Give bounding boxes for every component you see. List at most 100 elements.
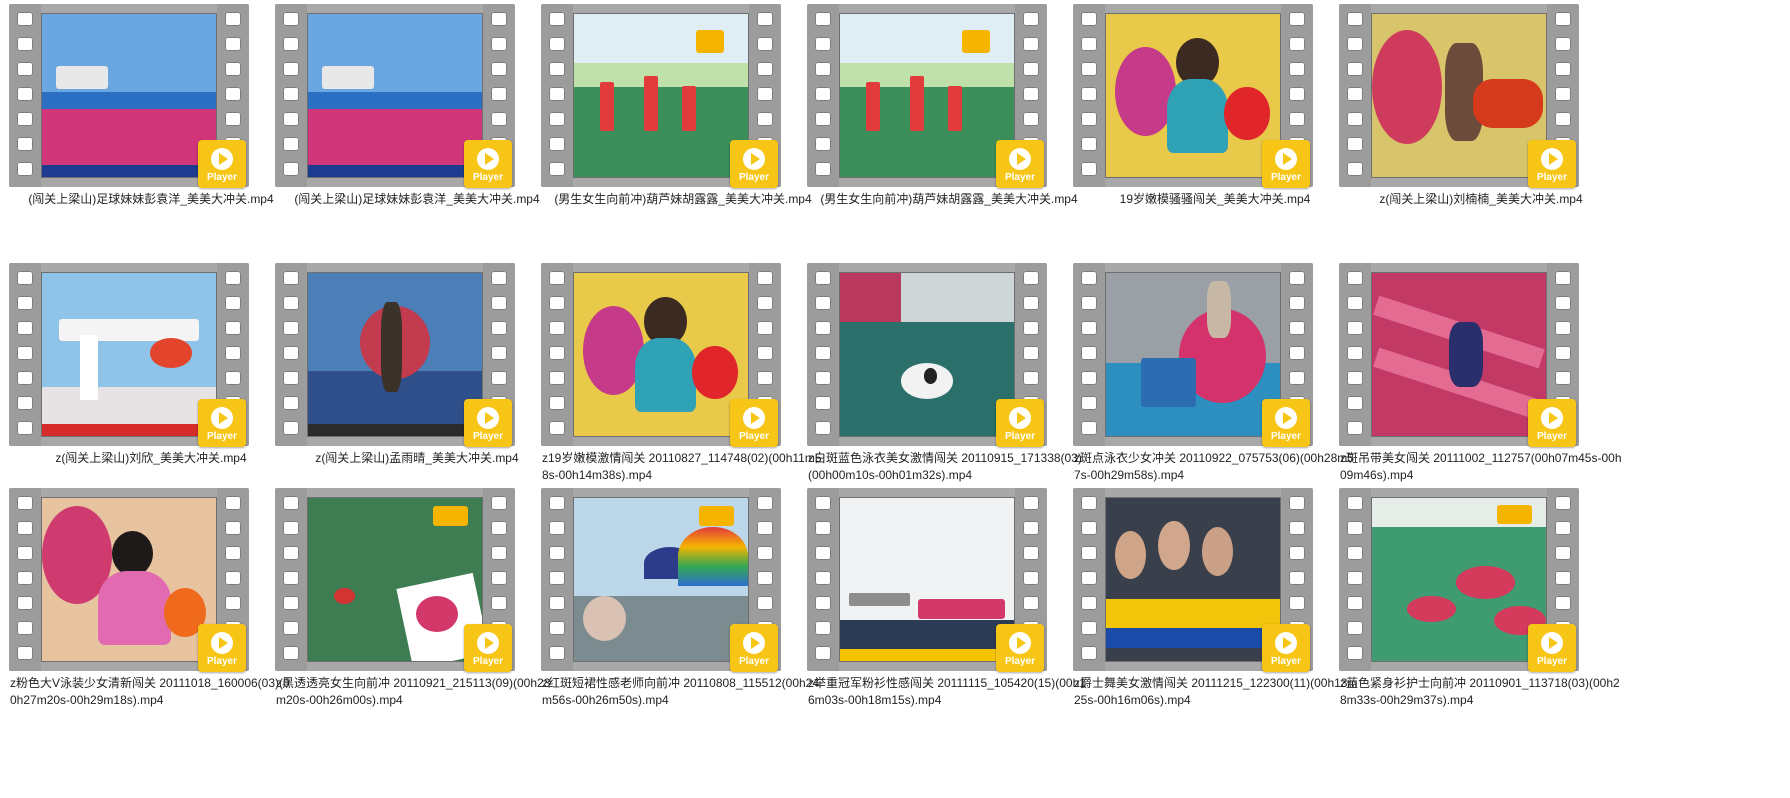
sprocket-hole [1081, 296, 1097, 310]
file-tile[interactable]: Player z(闯关上梁山)孟雨晴_美美大冲关.mp4 [268, 263, 566, 503]
file-tile[interactable]: Player z蓝色紧身衫护士向前冲 20110901_113718(03)(00… [1332, 488, 1630, 728]
video-thumbnail [41, 272, 217, 437]
sprocket-hole [225, 37, 241, 51]
player-button[interactable]: Player [198, 624, 246, 672]
sprocket-hole [225, 521, 241, 535]
sprocket-hole [1289, 496, 1305, 510]
film-strip-edge [275, 4, 307, 187]
sprocket-hole [757, 321, 773, 335]
sprocket-hole [549, 546, 565, 560]
sprocket-hole [1081, 421, 1097, 435]
file-tile[interactable]: Player z(闯关上梁山)刘欣_美美大冲关.mp4 [2, 263, 300, 503]
sprocket-hole [1023, 496, 1039, 510]
video-thumbnail [573, 272, 749, 437]
file-name: z红斑短裙性感老师向前冲 20110808_115512(00h24m56s-0… [542, 676, 820, 707]
film-strip-edge [541, 488, 573, 671]
sprocket-hole [1081, 162, 1097, 176]
file-tile[interactable]: Player z(闯关上梁山)刘楠楠_美美大冲关.mp4 [1332, 4, 1630, 244]
player-button[interactable]: Player [464, 399, 512, 447]
sprocket-hole [17, 596, 33, 610]
sprocket-hole [17, 546, 33, 560]
player-button[interactable]: Player [464, 624, 512, 672]
sprocket-hole [491, 112, 507, 126]
player-button[interactable]: Player [996, 624, 1044, 672]
file-tile[interactable]: Player z19岁嫩模激情闯关 20110827_114748(02)(00h… [534, 263, 832, 503]
file-tile[interactable]: Player z黑透透亮女生向前冲 20110921_215113(09)(00h… [268, 488, 566, 728]
player-button[interactable]: Player [198, 140, 246, 188]
sprocket-hole [1555, 521, 1571, 535]
player-button[interactable]: Player [730, 399, 778, 447]
player-button[interactable]: Player [1262, 399, 1310, 447]
play-icon [1275, 407, 1297, 429]
sprocket-hole [757, 296, 773, 310]
sprocket-hole [1081, 596, 1097, 610]
play-icon [743, 407, 765, 429]
play-icon [1541, 632, 1563, 654]
sprocket-hole [815, 296, 831, 310]
file-tile[interactable]: Player z举重冠军粉衫性感闯关 20111115_105420(15)(00… [800, 488, 1098, 728]
play-icon [477, 632, 499, 654]
sprocket-hole [283, 321, 299, 335]
sprocket-hole [1081, 137, 1097, 151]
file-tile[interactable]: Player 19岁嫩模骚骚闯关_美美大冲关.mp4 [1066, 4, 1364, 244]
player-button[interactable]: Player [730, 140, 778, 188]
file-tile[interactable]: Player z粉色大V泳装少女清新闯关 20111018_160006(03)(… [2, 488, 300, 728]
sprocket-hole [1023, 12, 1039, 26]
play-icon [211, 632, 233, 654]
file-tile[interactable]: Player z斑吊带美女闯关 20111002_112757(00h07m45s… [1332, 263, 1630, 503]
player-label: Player [1536, 172, 1568, 183]
sprocket-hole [225, 87, 241, 101]
video-thumbnail [1371, 272, 1547, 437]
film-strip-edge [807, 488, 839, 671]
film-strip-edge [9, 263, 41, 446]
player-button[interactable]: Player [1528, 399, 1576, 447]
file-tile[interactable]: Player (闯关上梁山)足球妹妹彭袁洋_美美大冲关.mp4 [268, 4, 566, 244]
player-button[interactable]: Player [1528, 624, 1576, 672]
sprocket-hole [1347, 162, 1363, 176]
sprocket-hole [1347, 646, 1363, 660]
player-button[interactable]: Player [1528, 140, 1576, 188]
sprocket-hole [1081, 112, 1097, 126]
sprocket-hole [225, 496, 241, 510]
player-button[interactable]: Player [1262, 140, 1310, 188]
sprocket-hole [17, 421, 33, 435]
sprocket-hole [1347, 546, 1363, 560]
sprocket-hole [815, 62, 831, 76]
sprocket-hole [815, 646, 831, 660]
file-tile[interactable]: Player z爵士舞美女激情闯关 20111215_122300(11)(00h… [1066, 488, 1364, 728]
sprocket-hole [1555, 546, 1571, 560]
file-name: z粉色大V泳装少女清新闯关 20111018_160006(03)(00h27m… [10, 676, 290, 707]
play-icon [1009, 632, 1031, 654]
sprocket-hole [1081, 571, 1097, 585]
sprocket-hole [549, 87, 565, 101]
file-tile[interactable]: Player z斑点泳衣少女冲关 20110922_075753(06)(00h2… [1066, 263, 1364, 503]
player-button[interactable]: Player [996, 140, 1044, 188]
player-button[interactable]: Player [198, 399, 246, 447]
play-icon [1275, 632, 1297, 654]
player-button[interactable]: Player [1262, 624, 1310, 672]
sprocket-hole [815, 396, 831, 410]
player-button[interactable]: Player [730, 624, 778, 672]
sprocket-hole [1289, 346, 1305, 360]
sprocket-hole [283, 646, 299, 660]
player-button[interactable]: Player [464, 140, 512, 188]
sprocket-hole [1289, 12, 1305, 26]
sprocket-hole [491, 521, 507, 535]
file-tile[interactable]: Player (闯关上梁山)足球妹妹彭袁洋_美美大冲关.mp4 [2, 4, 300, 244]
film-strip-edge [1073, 4, 1105, 187]
sprocket-hole [283, 112, 299, 126]
sprocket-hole [1081, 396, 1097, 410]
video-thumbnail [307, 497, 483, 662]
sprocket-hole [17, 496, 33, 510]
file-tile[interactable]: Player z白斑蓝色泳衣美女激情闯关 20110915_171338(03)(… [800, 263, 1098, 503]
player-button[interactable]: Player [996, 399, 1044, 447]
file-tile[interactable]: Player (男生女生向前冲)葫芦妹胡露露_美美大冲关.mp4 [534, 4, 832, 244]
sprocket-hole [549, 137, 565, 151]
film-strip-edge [1073, 488, 1105, 671]
file-tile[interactable]: Player (男生女生向前冲)葫芦妹胡露露_美美大冲关.mp4 [800, 4, 1098, 244]
sprocket-hole [815, 137, 831, 151]
sprocket-hole [1347, 496, 1363, 510]
sprocket-hole [1347, 421, 1363, 435]
sprocket-hole [815, 112, 831, 126]
file-tile[interactable]: Player z红斑短裙性感老师向前冲 20110808_115512(00h24… [534, 488, 832, 728]
